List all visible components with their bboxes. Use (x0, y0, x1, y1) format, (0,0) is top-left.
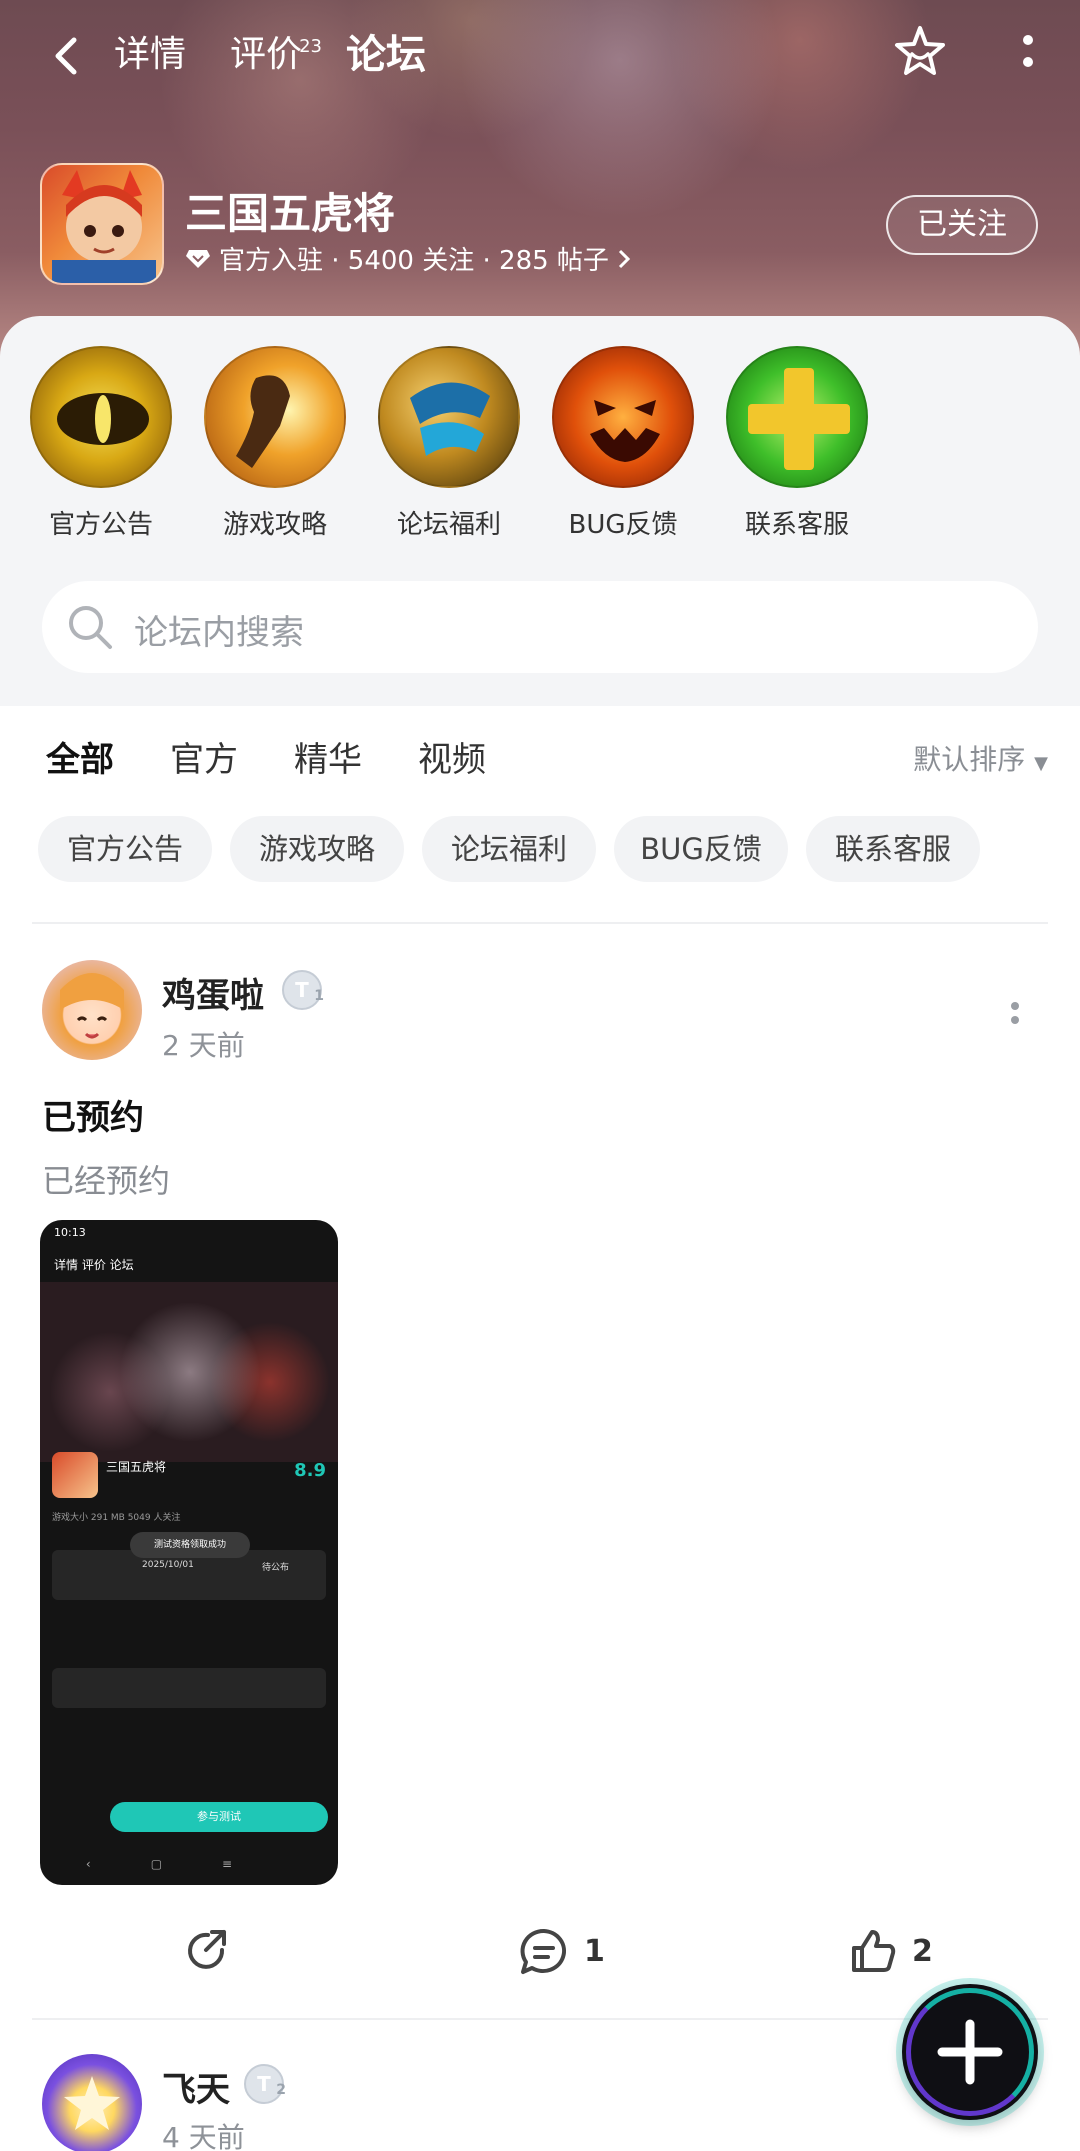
image-game-name: 三国五虎将 (106, 1460, 167, 1474)
image-score: 8.9 (294, 1460, 326, 1481)
forum-quick-panel: 官方公告 游戏攻略 论坛福利 BUG反馈 联系客服 论坛内搜索 (0, 316, 1080, 706)
comment-icon (520, 1928, 567, 1974)
game-icon (40, 163, 164, 285)
top-nav: 详情 评价 23 论坛 (0, 20, 1080, 90)
image-pending: 待公布 (262, 1563, 290, 1573)
image-tabs: 详情 评价 论坛 (54, 1258, 134, 1272)
game-header: 详情 评价 23 论坛 三国五虎将 官方入驻 · 5400 关注 · 285 帖… (0, 0, 1080, 360)
tab-reviews-label: 评价 (230, 34, 303, 75)
chip-announcements[interactable]: 官方公告 (38, 816, 212, 882)
game-character-art (52, 170, 156, 283)
image-date: 2025/10/01 (142, 1560, 194, 1570)
post-body[interactable]: 已经预约 (42, 1156, 170, 1202)
game-title: 三国五虎将 (185, 189, 396, 238)
post-author[interactable]: 鸡蛋啦 (162, 968, 264, 1017)
eye-icon (30, 346, 172, 488)
post-time: 4 天前 (162, 2121, 245, 2151)
level-number: 2 (276, 2082, 286, 2098)
quick-link-label: 官方公告 (48, 510, 153, 540)
quick-link-label: BUG反馈 (568, 510, 678, 540)
quick-link-label: 论坛福利 (396, 510, 501, 540)
post-divider (32, 2018, 1048, 2020)
fist-icon (204, 346, 346, 488)
share-icon (188, 1930, 226, 1969)
quick-link-benefits[interactable]: 论坛福利 (374, 346, 524, 541)
favorite-star-icon[interactable] (890, 22, 950, 82)
filter-tab-label: 全部 (46, 740, 114, 780)
image-join-button: 参与测试 (110, 1802, 328, 1832)
like-button[interactable]: 2 (848, 1920, 933, 1982)
pumpkin-icon (552, 346, 694, 488)
gauntlet-icon (378, 346, 520, 488)
filter-tab-official[interactable]: 官方 (170, 732, 238, 781)
filter-tabs: 全部 官方 精华 视频 默认排序 ▼ (0, 720, 1080, 800)
tab-details[interactable]: 详情 (114, 30, 186, 80)
post-more-icon[interactable] (1008, 1000, 1022, 1040)
filter-tab-featured[interactable]: 精华 (294, 732, 362, 781)
search-placeholder: 论坛内搜索 (134, 613, 304, 653)
sort-dropdown[interactable]: 默认排序 ▼ (913, 738, 1048, 778)
image-status-time: 10:13 (54, 1226, 86, 1239)
post-actions: 1 2 (0, 1920, 1080, 1982)
post-time: 2 天前 (162, 1029, 245, 1062)
image-activity-card (52, 1668, 326, 1708)
sort-label: 默认排序 (913, 743, 1026, 776)
forum-search-box[interactable]: 论坛内搜索 (42, 581, 1038, 673)
thumbs-up-icon (852, 1930, 896, 1972)
quick-link-guides[interactable]: 游戏攻略 (200, 346, 350, 541)
image-info-line: 游戏大小 291 MB 5049 人关注 (52, 1513, 181, 1523)
avatar-girl-art (60, 973, 124, 1039)
search-icon (69, 606, 112, 649)
reviews-count-badge: 23 (299, 36, 323, 57)
avatar[interactable] (42, 960, 142, 1060)
like-count: 2 (912, 1933, 933, 1969)
create-post-button[interactable] (902, 1984, 1038, 2120)
section-divider (32, 922, 1048, 924)
plus-icon (937, 2019, 1003, 2085)
plus-cross-icon (726, 346, 868, 488)
image-toast: 测试资格领取成功 (130, 1532, 250, 1558)
tab-forum[interactable]: 论坛 (346, 30, 426, 86)
tab-details-label: 详情 (114, 34, 187, 75)
chip-benefits[interactable]: 论坛福利 (422, 816, 596, 882)
back-arrow-icon[interactable] (44, 34, 88, 78)
level-badge: T1 (282, 970, 324, 1010)
caret-down-icon: ▼ (1034, 753, 1048, 774)
avatar-star-art (64, 2076, 120, 2130)
filter-tab-all[interactable]: 全部 (46, 732, 114, 785)
post-title[interactable]: 已预约 (42, 1090, 144, 1139)
more-options-icon[interactable] (1016, 32, 1040, 76)
quick-link-bug-report[interactable]: BUG反馈 (548, 346, 698, 541)
share-button[interactable] (182, 1920, 232, 1982)
comment-button[interactable]: 1 (518, 1920, 605, 1982)
comment-count: 1 (584, 1933, 605, 1969)
chip-bug-report[interactable]: BUG反馈 (614, 816, 788, 882)
avatar[interactable] (42, 2054, 142, 2151)
post-image-screenshot[interactable]: 10:13 详情 评价 论坛 三国五虎将 8.9 游戏大小 291 MB 504… (40, 1220, 338, 1885)
chip-customer-service[interactable]: 联系客服 (806, 816, 980, 882)
filter-tab-video[interactable]: 视频 (418, 732, 486, 781)
follow-button[interactable]: 已关注 (886, 195, 1038, 255)
quick-link-label: 联系客服 (744, 510, 849, 540)
image-banner-art (40, 1282, 338, 1462)
quick-link-customer-service[interactable]: 联系客服 (722, 346, 872, 541)
level-badge: T2 (244, 2064, 286, 2104)
post-author[interactable]: 飞天 (162, 2062, 230, 2111)
chevron-right-icon (618, 249, 631, 268)
image-nav-bar: ‹▢≡ (85, 1857, 293, 1871)
verified-diamond-icon (186, 249, 210, 268)
level-number: 1 (314, 988, 324, 1004)
quick-link-announcements[interactable]: 官方公告 (26, 346, 176, 541)
tab-reviews[interactable]: 评价 23 (230, 30, 322, 80)
game-meta-text: 官方入驻 · 5400 关注 · 285 帖子 (219, 246, 609, 276)
chip-guides[interactable]: 游戏攻略 (230, 816, 404, 882)
tab-forum-label: 论坛 (346, 32, 426, 78)
quick-link-label: 游戏攻略 (222, 510, 327, 540)
image-game-icon (52, 1452, 98, 1498)
game-meta[interactable]: 官方入驻 · 5400 关注 · 285 帖子 (185, 240, 631, 277)
